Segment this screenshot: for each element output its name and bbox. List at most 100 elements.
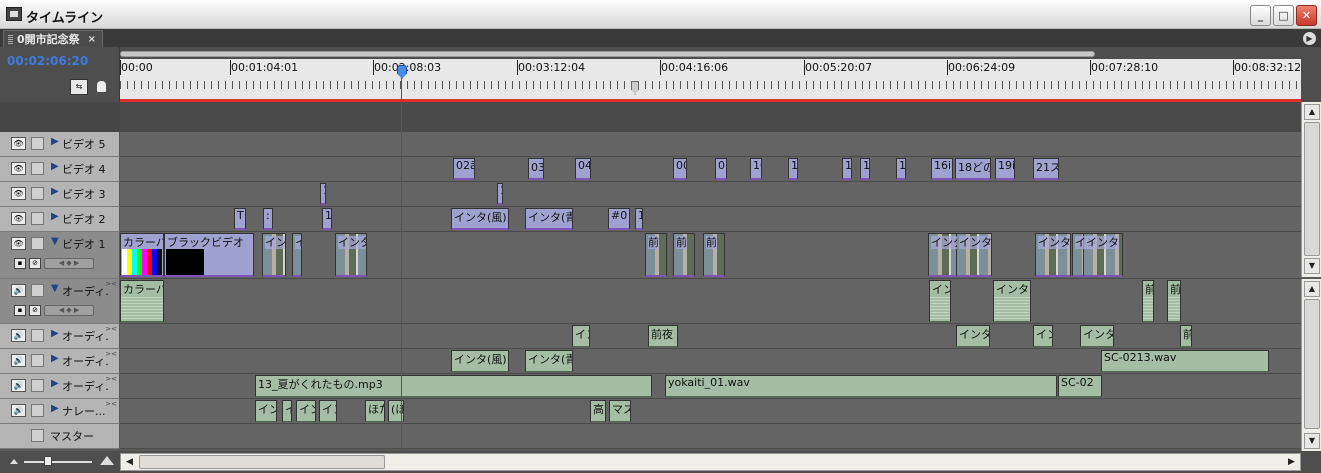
clip[interactable]: イン <box>255 400 277 422</box>
clip[interactable]: 18どの <box>955 158 991 180</box>
clip[interactable]: インタ( <box>956 325 990 347</box>
scroll-thumb[interactable] <box>1304 122 1320 256</box>
chevron-down-icon[interactable]: ▼ <box>51 236 59 247</box>
clip[interactable]: イ <box>282 400 292 422</box>
close-button[interactable]: ✕ <box>1296 5 1317 26</box>
lock-toggle[interactable] <box>31 379 44 392</box>
track-body[interactable]: 02ā03ど0400010111116ⅰ18どの19ⅰ21ス <box>120 157 1301 182</box>
audio-tracks-scrollbar[interactable]: ▲ ▼ <box>1301 279 1321 451</box>
clip[interactable]: インタ(風) <box>451 350 509 372</box>
track-header[interactable]: 🔊 ▶オーディ...>< <box>0 349 120 374</box>
viewing-area-bar[interactable] <box>120 51 1095 57</box>
display-style-icon[interactable]: ▪ <box>14 258 26 269</box>
chevron-right-icon[interactable]: ▶ <box>51 211 59 222</box>
speaker-icon[interactable]: 🔊 <box>11 329 26 342</box>
clip[interactable]: ブラックビデオ <box>164 233 254 277</box>
eye-icon[interactable]: 👁 <box>11 187 26 200</box>
clip[interactable]: 10 <box>750 158 762 180</box>
clip[interactable]: インタ <box>956 233 992 277</box>
clip[interactable]: イ <box>292 233 302 277</box>
clip[interactable]: 03ど <box>528 158 544 180</box>
scroll-up-icon[interactable]: ▲ <box>1304 281 1320 297</box>
clip[interactable]: 21ス <box>1033 158 1059 180</box>
track-body[interactable] <box>120 424 1301 449</box>
clip[interactable]: インタ <box>1083 233 1123 277</box>
chevron-right-icon[interactable]: ▶ <box>51 378 59 389</box>
clip[interactable]: 1 <box>860 158 870 180</box>
horizontal-scrollbar[interactable]: ◀ ▶ <box>120 453 1301 471</box>
snap-icon[interactable]: ⇆ <box>70 79 88 95</box>
clip[interactable]: インタ(青 <box>525 208 573 230</box>
clip[interactable]: イン <box>319 400 337 422</box>
speaker-icon[interactable]: 🔊 <box>11 354 26 367</box>
clip[interactable]: 高 <box>590 400 606 422</box>
clip[interactable]: 1 <box>896 158 906 180</box>
clip[interactable]: 02ā <box>453 158 475 180</box>
speaker-icon[interactable]: 🔊 <box>11 284 26 297</box>
marker-icon[interactable] <box>97 81 106 92</box>
clip[interactable]: 00 <box>673 158 687 180</box>
track-body[interactable]: イン 前夜 インタ(イン インタ(前 <box>120 324 1301 349</box>
lock-toggle[interactable] <box>31 187 44 200</box>
clip[interactable]: SC-02 <box>1058 375 1102 397</box>
track-header[interactable]: マスター <box>0 424 120 449</box>
lock-toggle[interactable] <box>31 404 44 417</box>
eye-icon[interactable]: 👁 <box>11 237 26 250</box>
current-timecode[interactable]: 00:02:06:20 <box>7 54 88 68</box>
keyframe-icon[interactable]: ⊘ <box>29 258 41 269</box>
keyframe-nav[interactable]: ◀ ◆ ▶ <box>44 258 94 269</box>
maximize-button[interactable]: □ <box>1273 5 1294 26</box>
clip[interactable]: 19ⅰ <box>995 158 1015 180</box>
work-area-end-icon[interactable] <box>631 81 639 95</box>
clip[interactable]: 1 <box>788 158 798 180</box>
track-header[interactable]: 🔊 ▶ ナレー... >< <box>0 399 120 424</box>
track-body[interactable]: 13_夏がくれたもの.mp3 yokaiti_01.wav SC-02 <box>120 374 1301 399</box>
clip[interactable]: 1 <box>842 158 852 180</box>
lock-toggle[interactable] <box>31 329 44 342</box>
track-header[interactable]: 🔊 ▶オーディ...>< <box>0 374 120 399</box>
keyframe-icon[interactable]: ⊘ <box>29 305 41 316</box>
clip[interactable]: イン <box>572 325 590 347</box>
lock-toggle[interactable] <box>31 237 44 250</box>
lock-toggle[interactable] <box>31 137 44 150</box>
clip[interactable]: 1 <box>322 208 332 230</box>
clip[interactable]: 0 <box>715 158 727 180</box>
speaker-icon[interactable]: 🔊 <box>11 379 26 392</box>
clip[interactable]: 前夜 <box>648 325 678 347</box>
tab-close-icon[interactable]: × <box>88 32 96 47</box>
panel-menu-icon[interactable]: ▶ <box>1303 32 1316 45</box>
scroll-right-icon[interactable]: ▶ <box>1284 455 1299 469</box>
clip[interactable]: 前 <box>703 233 725 277</box>
clip[interactable]: カラーバ <box>120 280 164 322</box>
clip[interactable]: インタ( <box>993 280 1031 322</box>
lock-toggle[interactable] <box>31 162 44 175</box>
display-style-icon[interactable]: ▪ <box>14 305 26 316</box>
clip[interactable]: インタ( <box>1080 325 1114 347</box>
clip[interactable]: 前 <box>1180 325 1192 347</box>
track-body[interactable]: 11 <box>120 182 1301 207</box>
clip[interactable]: インタ(青 <box>525 350 573 372</box>
clip[interactable]: インタ(風) <box>451 208 509 230</box>
chevron-right-icon[interactable]: ▶ <box>51 353 59 364</box>
scroll-thumb[interactable] <box>1304 299 1320 429</box>
clip[interactable]: 前 <box>673 233 695 277</box>
clip[interactable]: #0 <box>608 208 630 230</box>
scroll-down-icon[interactable]: ▼ <box>1304 433 1320 449</box>
clip[interactable]: T <box>234 208 246 230</box>
clip[interactable]: 前 <box>1167 280 1181 322</box>
clip[interactable]: 1 <box>635 208 643 230</box>
lock-toggle[interactable] <box>31 284 44 297</box>
minimize-button[interactable]: _ <box>1250 5 1271 26</box>
clip[interactable]: yokaiti_01.wav <box>665 375 1057 397</box>
chevron-down-icon[interactable]: ▼ <box>51 283 59 294</box>
speaker-icon[interactable]: 🔊 <box>11 404 26 417</box>
clip[interactable]: インタ <box>1035 233 1071 277</box>
scroll-up-icon[interactable]: ▲ <box>1304 104 1320 120</box>
clip[interactable]: インタ <box>929 280 951 322</box>
chevron-right-icon[interactable]: ▶ <box>51 403 59 414</box>
zoom-out-icon[interactable] <box>10 459 18 464</box>
track-header[interactable]: 🔊 ▼オーディ...>< ▪⊘◀ ◆ ▶ <box>0 279 120 324</box>
eye-icon[interactable]: 👁 <box>11 162 26 175</box>
clip[interactable]: 13_夏がくれたもの.mp3 <box>255 375 652 397</box>
clip[interactable]: インタ <box>928 233 958 277</box>
